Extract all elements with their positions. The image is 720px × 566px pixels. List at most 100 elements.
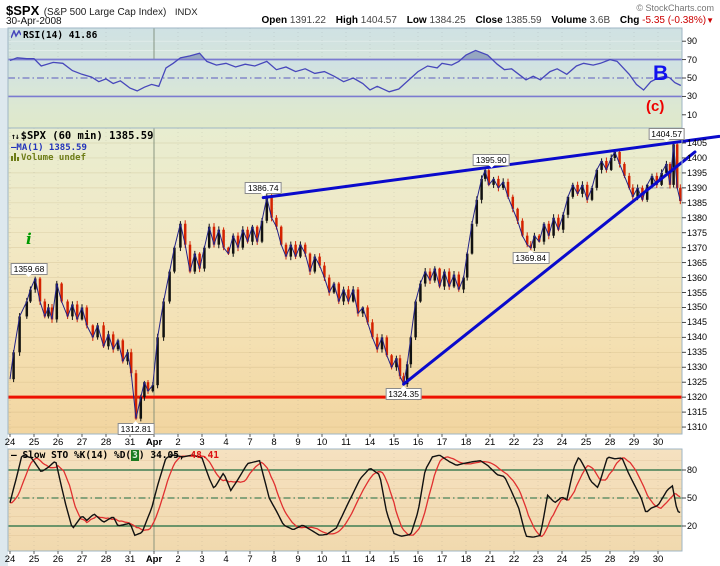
date-label: 18 bbox=[460, 554, 472, 565]
low-value: 1384.25 bbox=[429, 15, 466, 26]
date-label: 4 bbox=[223, 437, 229, 448]
close-value: 1385.59 bbox=[505, 15, 542, 26]
stoch-dash-icon: — bbox=[11, 450, 17, 461]
date-label: 16 bbox=[412, 437, 424, 448]
date-label: 28 bbox=[100, 437, 112, 448]
wave-label-b: B bbox=[653, 62, 669, 85]
price-axis-label: 1400 bbox=[687, 152, 708, 163]
price-axis-label: 1335 bbox=[687, 347, 708, 358]
volume-legend-text: Volume undef bbox=[21, 153, 87, 163]
price-axis-label: 1390 bbox=[687, 182, 708, 193]
date-label: 31 bbox=[124, 437, 136, 448]
date-label: 21 bbox=[484, 437, 496, 448]
rsi-zigzag-icon bbox=[10, 29, 22, 42]
ma-legend[interactable]: —MA(1) 1385.59 bbox=[11, 143, 87, 153]
date-label: 16 bbox=[412, 554, 424, 565]
open-value: 1391.22 bbox=[289, 15, 326, 26]
date-label: 31 bbox=[124, 554, 136, 565]
price-axis-label: 1395 bbox=[687, 167, 708, 178]
price-axis-label: 1330 bbox=[687, 362, 708, 373]
price-legend[interactable]: ↑↓ $SPX (60 min) 1385.59 bbox=[11, 130, 153, 142]
date-label: 28 bbox=[100, 554, 112, 565]
date-label: 9 bbox=[295, 437, 301, 448]
price-annotation: 1312.81 bbox=[117, 420, 155, 435]
price-annotation: 1369.84 bbox=[512, 250, 550, 265]
date-label: 26 bbox=[52, 437, 64, 448]
chart-canvas bbox=[0, 27, 720, 566]
date-label: 25 bbox=[580, 554, 592, 565]
stoch-axis-label: 20 bbox=[687, 520, 698, 531]
stoch-legend-suffix: ) bbox=[138, 450, 145, 461]
rsi-axis-label: 70 bbox=[687, 54, 698, 65]
rsi-axis-label: 90 bbox=[687, 36, 698, 47]
annotation-pointer bbox=[663, 139, 670, 143]
stoch-axis-label: 50 bbox=[687, 493, 698, 503]
chg-down-arrow-icon: ▼ bbox=[706, 16, 714, 25]
date-label: 22 bbox=[508, 437, 520, 448]
date-label: 11 bbox=[341, 554, 351, 565]
annotation-pointer bbox=[400, 386, 407, 390]
date-label: 24 bbox=[4, 437, 16, 448]
symbol-exchange: INDX bbox=[174, 7, 198, 18]
price-axis-label: 1350 bbox=[687, 302, 708, 313]
date-label: 24 bbox=[556, 554, 568, 565]
date-label: 9 bbox=[295, 554, 301, 565]
volume-label: Volume bbox=[551, 15, 587, 26]
date-label: 21 bbox=[484, 554, 496, 565]
volume-value: 3.6B bbox=[589, 15, 611, 26]
date-label: 3 bbox=[199, 437, 205, 448]
price-axis-label: 1380 bbox=[687, 212, 708, 223]
open-label: Open bbox=[261, 15, 288, 26]
price-axis-label: 1365 bbox=[687, 257, 708, 268]
copyright[interactable]: © StockCharts.com bbox=[636, 3, 714, 13]
price-axis-label: 1355 bbox=[687, 287, 708, 298]
updown-arrows-icon: ↑↓ bbox=[11, 132, 20, 141]
date-label: 8 bbox=[271, 554, 277, 565]
date-label: 8 bbox=[271, 437, 277, 448]
stoch-legend[interactable]: — Slow STO %K(14) %D(3) 34.05, 48.41 bbox=[11, 450, 219, 461]
date-label: 29 bbox=[628, 437, 640, 448]
date-label: Apr bbox=[145, 437, 163, 448]
chg-value: -5.35 (-0.38%) bbox=[642, 15, 707, 26]
price-axis-label: 1325 bbox=[687, 377, 708, 388]
rsi-axis-label: 50 bbox=[687, 73, 698, 83]
date-label: 29 bbox=[628, 554, 640, 565]
close-label: Close bbox=[475, 15, 503, 26]
date-label: Apr bbox=[145, 554, 163, 565]
low-label: Low bbox=[406, 15, 427, 26]
date-label: 27 bbox=[76, 554, 88, 565]
date-label: 24 bbox=[4, 554, 16, 565]
annotation-pointer bbox=[25, 273, 32, 277]
date-label: 7 bbox=[247, 554, 253, 565]
rsi-legend[interactable]: RSI(14) 41.86 bbox=[10, 29, 97, 42]
price-annotation: 1404.57 bbox=[648, 128, 685, 143]
stoch-axis-label: 80 bbox=[687, 465, 698, 475]
date-label: 17 bbox=[436, 554, 448, 565]
quote-bar: Open 1391.22 High 1404.57 Low 1384.25 Cl… bbox=[255, 15, 715, 26]
date-label: 10 bbox=[316, 554, 328, 565]
stoch-param-highlight[interactable]: 3 bbox=[131, 450, 139, 461]
date-label: 25 bbox=[28, 437, 40, 448]
date-label: 14 bbox=[364, 554, 376, 565]
rsi-axis-label: 30 bbox=[687, 91, 698, 102]
price-axis-label: 1375 bbox=[687, 227, 708, 238]
date-label: 26 bbox=[52, 554, 64, 565]
date-label: 25 bbox=[580, 437, 592, 448]
chart-date: 30-Apr-2008 bbox=[6, 16, 62, 27]
stockcharts-chart: $SPX (S&P 500 Large Cap Index) INDX © St… bbox=[0, 0, 720, 566]
date-label: 15 bbox=[388, 437, 400, 448]
price-annotation: 1395.90 bbox=[472, 154, 510, 169]
date-label: 17 bbox=[436, 437, 448, 448]
price-axis-label: 1320 bbox=[687, 392, 708, 403]
price-axis-label: 1345 bbox=[687, 317, 708, 328]
volume-legend[interactable]: Volume undef bbox=[11, 153, 86, 164]
high-label: High bbox=[335, 15, 358, 26]
price-legend-text: $SPX (60 min) 1385.59 bbox=[20, 130, 154, 142]
date-label: 11 bbox=[341, 437, 351, 448]
date-label: 2 bbox=[175, 554, 181, 565]
stoch-legend-prefix: Slow STO %K(14) %D( bbox=[22, 450, 132, 461]
price-axis-label: 1310 bbox=[687, 422, 708, 433]
ma-legend-text: MA(1) 1385.59 bbox=[16, 143, 87, 153]
price-annotation: 1359.68 bbox=[10, 262, 48, 277]
annotation-pointer bbox=[488, 165, 495, 169]
